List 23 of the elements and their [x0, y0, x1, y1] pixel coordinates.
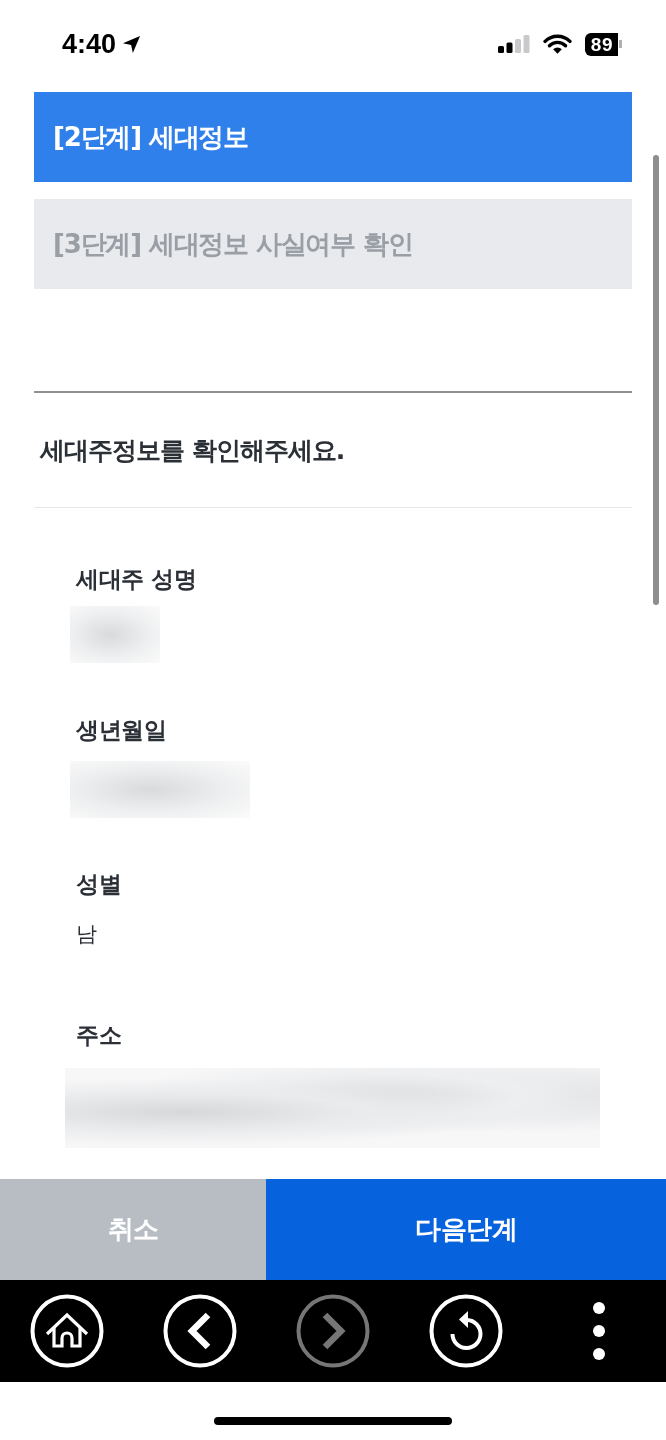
field-label: 주소 — [76, 1021, 121, 1050]
field-label: 성별 — [76, 870, 121, 899]
step-header: [2단계] 세대정보 — [34, 92, 632, 182]
signal-icon — [497, 35, 530, 53]
back-button[interactable] — [162, 1294, 237, 1368]
field-label: 세대주 성명 — [76, 565, 196, 594]
house-icon — [29, 1294, 104, 1368]
more-icon — [592, 1301, 607, 1361]
reload-button[interactable] — [429, 1294, 504, 1368]
home-button[interactable] — [29, 1294, 104, 1368]
battery-indicator: 89 — [584, 32, 622, 56]
more-button[interactable] — [592, 1301, 607, 1361]
next-step-button[interactable]: 다음단계 — [266, 1179, 666, 1280]
chevron-right-icon — [296, 1294, 370, 1368]
location-arrow-icon — [122, 34, 142, 54]
refresh-icon — [429, 1294, 504, 1368]
step-header: [3단계] 세대정보 사실여부 확인 — [34, 199, 632, 289]
field-label: 생년월일 — [76, 716, 166, 745]
field-value: 남 — [76, 921, 97, 948]
wifi-icon — [542, 33, 572, 55]
section-heading: 세대주정보를 확인해주세요. — [40, 434, 345, 467]
clock-time: 4:40 — [62, 28, 117, 60]
chevron-left-icon — [162, 1294, 237, 1368]
